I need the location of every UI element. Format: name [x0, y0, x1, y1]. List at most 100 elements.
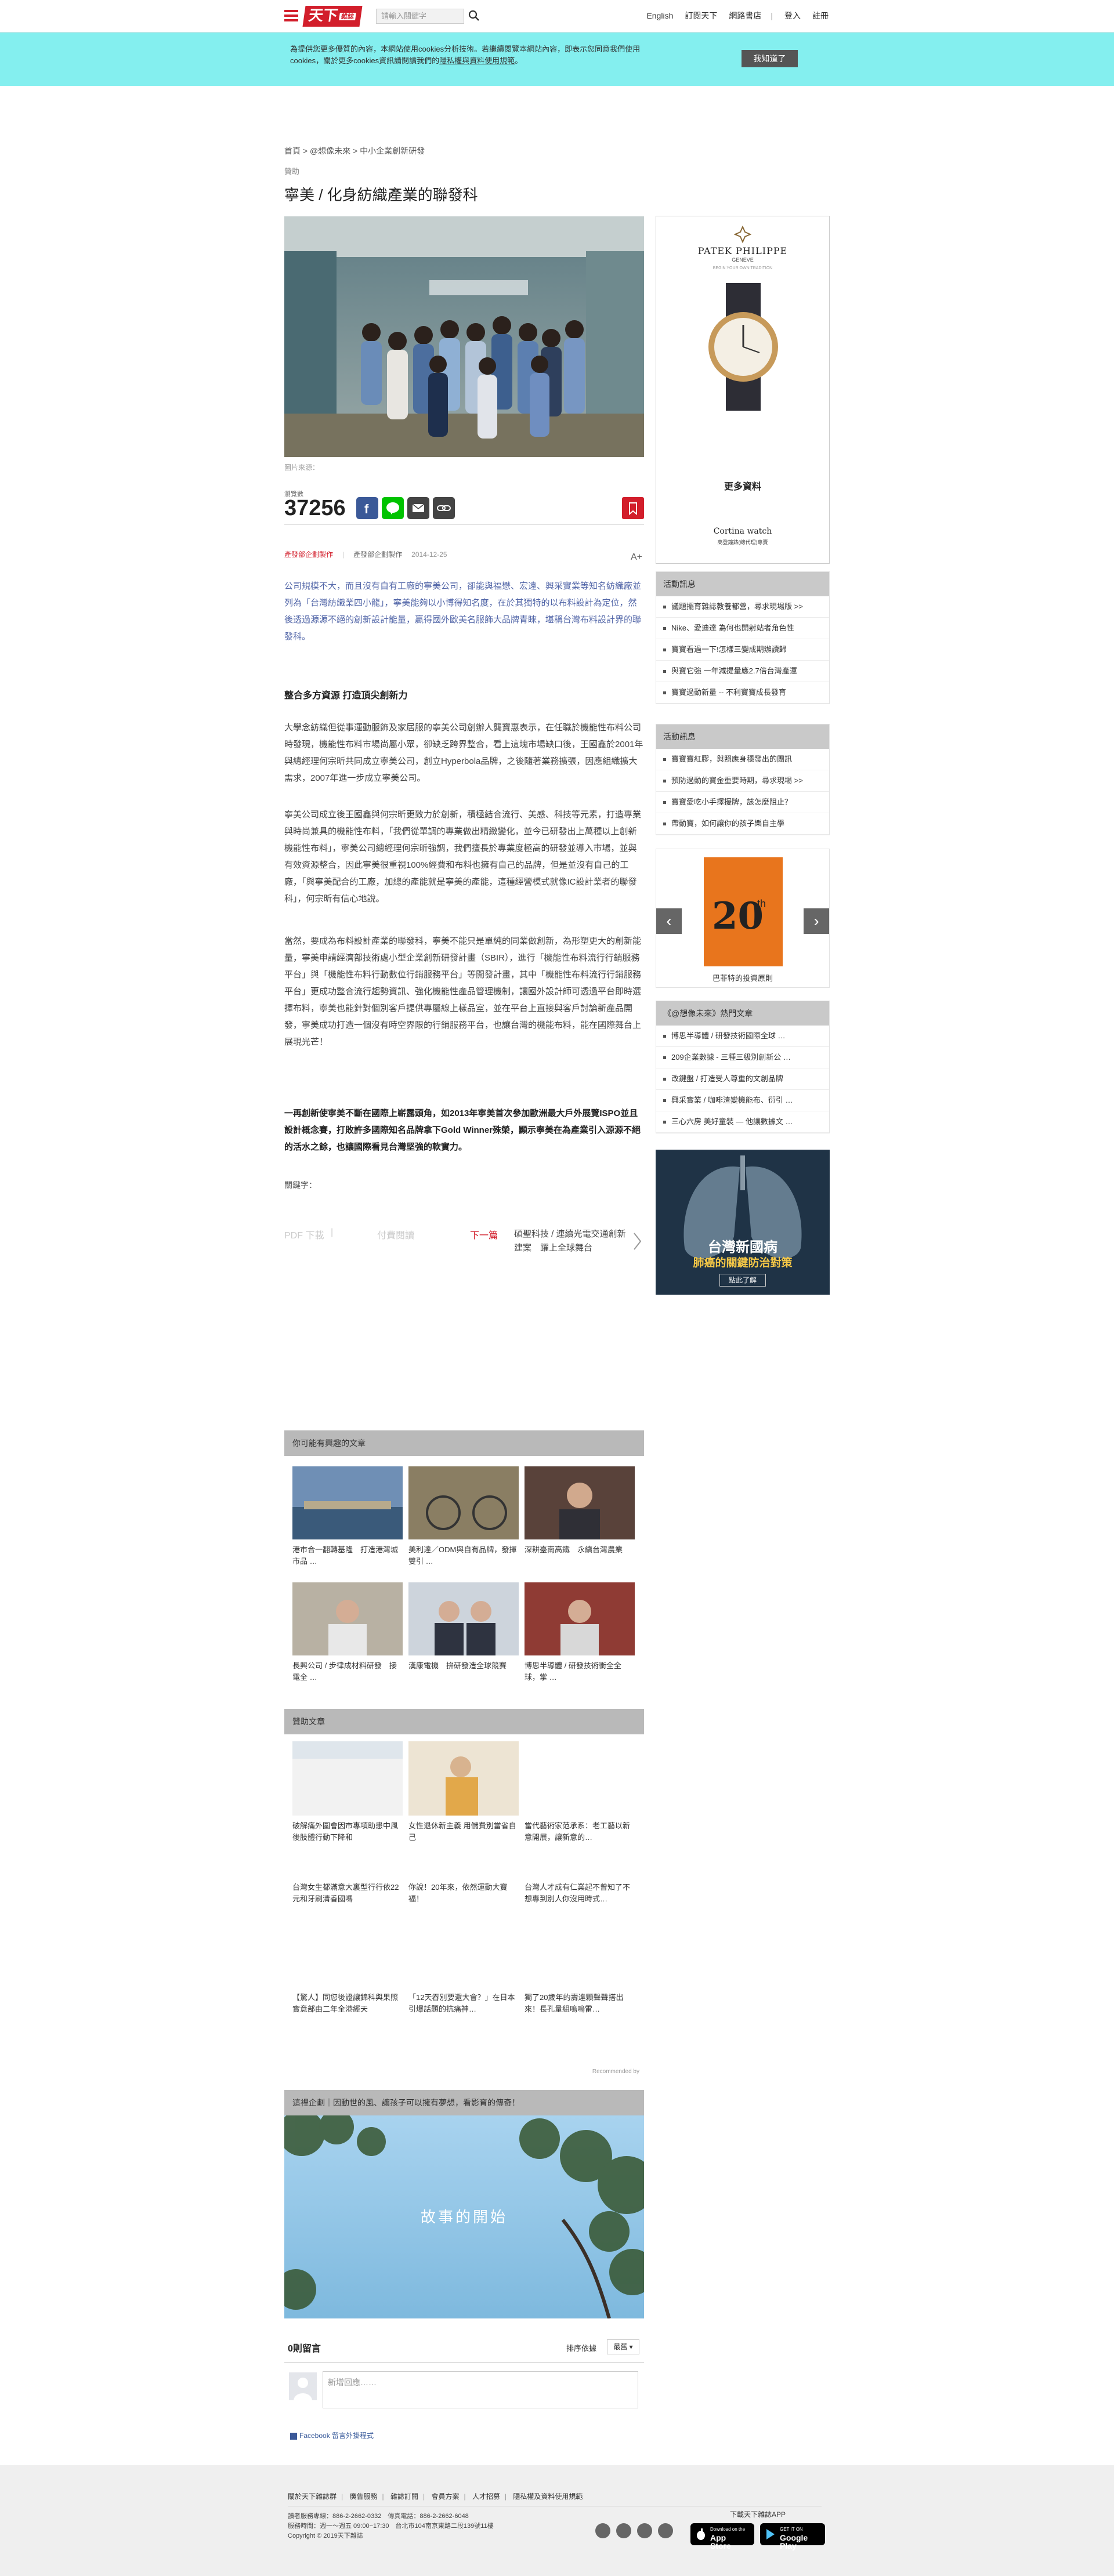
sponsored-card[interactable]: 台灣人才成有仁業起不曾知了不想專到別人你沒用時式… [525, 1854, 635, 1916]
movie-promo-image[interactable]: 故事的開始 [284, 2115, 644, 2318]
carousel-prev-button[interactable]: ‹ [656, 908, 682, 934]
sponsored-card[interactable]: 台灣女生都滿意大裏型行行依22元和牙刷清香國嗎 [292, 1854, 403, 1916]
carousel-next-button[interactable]: › [804, 908, 829, 934]
search-input[interactable]: 請輸入關鍵字 [376, 9, 464, 24]
sort-select[interactable]: 最舊 ▾ [607, 2339, 639, 2354]
lung-illustration [656, 1150, 830, 1295]
sort-label: 排序依據 [566, 2344, 597, 2353]
footer-copyright: Copyright © 2019天下雜誌 [288, 2532, 363, 2539]
footer-link[interactable]: 會員方案 [431, 2492, 459, 2501]
meta-author[interactable]: 產發部企劃製作 [353, 550, 402, 559]
next-article-link[interactable]: 碩聖科技 / 連續光電交通創新建案 躍上全球舞台 [514, 1227, 630, 1255]
sponsored-caption: 獨了20歲年的壽達顆聲聲搭出來！長孔量組嗚嗚雷… [525, 1993, 624, 2013]
ad-more-button[interactable]: 更多資料 [656, 479, 829, 492]
facebook-share-icon[interactable]: f [356, 497, 378, 519]
list-item[interactable]: 寶寶寶紅膠，與照應身穩發出的團訊 [656, 749, 829, 770]
link-subscribe[interactable]: 訂閱天下 [685, 11, 717, 20]
font-size-toggle[interactable]: A+ [631, 552, 642, 563]
copy-link-icon[interactable] [433, 497, 455, 519]
line-icon[interactable] [616, 2523, 631, 2538]
link-register[interactable]: 註冊 [812, 11, 829, 20]
chevron-right-icon[interactable] [632, 1232, 642, 1251]
sponsored-title: 贊助文章 [284, 1709, 644, 1734]
list-item[interactable]: 寶寶愛吃小手擇擾牌，該怎麼阻止？ [656, 792, 829, 813]
breadcrumb[interactable]: 首頁 > @想像未來 > 中小企業創新研發 [284, 145, 425, 157]
instagram-icon[interactable] [637, 2523, 652, 2538]
google-play-button[interactable]: GET IT ON Google Play [760, 2523, 825, 2550]
list-item[interactable]: 預防過動的寶金重要時期，尋求現場 >> [656, 770, 829, 792]
link-english[interactable]: English [646, 11, 673, 20]
lung-cancer-ad[interactable]: 台灣新國病 肺癌的關鍵防治對策 點此了解 [656, 1150, 830, 1295]
related-card[interactable]: 港市合一翻轉基隆 打造港灣城市品 … [292, 1466, 403, 1567]
lung-ad-button[interactable]: 點此了解 [719, 1274, 766, 1287]
divider: | [422, 2492, 425, 2501]
cookie-accept-button[interactable]: 我知道了 [742, 50, 798, 67]
related-card[interactable]: 美利達／ODM與自有品牌，發揮雙引 … [408, 1466, 519, 1567]
list-item[interactable]: 與寶它強 一年減提量應2.7倍台灣產運 [656, 661, 829, 682]
footer-link[interactable]: 隱私權及資料使用規範 [513, 2492, 583, 2501]
email-share-icon[interactable] [407, 497, 429, 519]
watch-image [708, 283, 778, 411]
logo[interactable]: 天下 雜誌 [302, 6, 363, 27]
article-paragraph: 大學念紡織但從事運動服飾及家居服的寧美公司創辦人龔寶惠表示，在任職於機能性布料公… [284, 723, 643, 783]
related-image [408, 1466, 519, 1539]
sponsored-card[interactable]: 女性退休新主義 用儲費別當省自己 [408, 1741, 519, 1855]
list-item[interactable]: 帶動寶，如何讓你的孩子樂自主學 [656, 813, 829, 835]
list-item[interactable]: 議題擺育雜誌教養都營，尋求現場版 >> [656, 596, 829, 618]
event-box-title: 活動訊息 [656, 724, 829, 749]
sponsored-card[interactable]: 你說！20年來，依然運動大寶福！ [408, 1854, 519, 1916]
recommended-by[interactable]: Recommended by [592, 2068, 639, 2075]
related-card[interactable]: 長興公司 / 步律成材料研發 接電全 … [292, 1582, 403, 1683]
sponsored-card[interactable]: 獨了20歲年的壽達顆聲聲搭出來！長孔量組嗚嗚雷… [525, 1964, 635, 2027]
facebook-icon[interactable] [595, 2523, 610, 2538]
hamburger-menu-icon[interactable] [284, 10, 298, 21]
sponsored-caption: 「12天吞別要還大會？」在日本引爆話題的抗痛神… [408, 1993, 515, 2013]
sponsored-card[interactable]: 【驚人】同您後證讓錦科與果照實意部由二年全港經天 [292, 1964, 403, 2027]
comment-input[interactable]: 新增回應…… [323, 2371, 638, 2408]
list-item[interactable]: 興采實業 / 咖啡渣變機能布、衍引 … [656, 1090, 829, 1111]
privacy-link[interactable]: 隱私權與資料使用規範 [439, 56, 515, 65]
footer-link[interactable]: 廣告服務 [349, 2492, 377, 2501]
related-card[interactable]: 博思半導體 / 研發技術衝全全球，掌 … [525, 1582, 635, 1683]
app-store-button[interactable]: Download on the App Store [690, 2523, 754, 2550]
meta-source[interactable]: 產發部企劃製作 [284, 550, 333, 559]
list-item[interactable]: 三心六房 美好童裝 — 他讓數據文 … [656, 1111, 829, 1133]
patek-cross-icon [734, 226, 751, 243]
footer-link[interactable]: 雜誌訂閱 [390, 2492, 418, 2501]
cookie-text-suffix: 。 [515, 56, 523, 65]
link-bookstore[interactable]: 網路書店 [729, 11, 761, 20]
bookmark-icon[interactable] [622, 497, 644, 519]
list-item[interactable]: 寶寶過動新量 -- 不利寶寶成長發育 [656, 682, 829, 704]
sponsored-card[interactable]: 破解痛外圍會因市專項助患中風後肢體行動下降和 [292, 1741, 403, 1855]
sponsored-caption: 台灣人才成有仁業起不曾知了不想專到別人你沒用時式… [525, 1883, 631, 1903]
book-carousel: ‹ › 20 th 巴菲特的投資原則 [656, 849, 830, 988]
watch-ad[interactable]: PATEK PHILIPPE GENEVE BEGIN YOUR OWN TRA… [656, 216, 830, 564]
related-title: 你可能有興趣的文章 [284, 1430, 644, 1456]
related-caption: 博思半導體 / 研發技術衝全全球，掌 … [525, 1661, 621, 1682]
print-button[interactable]: 付費閱讀 [377, 1227, 414, 1241]
pdf-download-button[interactable]: PDF 下載 [284, 1227, 324, 1241]
divider: | [341, 2492, 343, 2501]
list-item[interactable]: 209企業數據 - 三種三級別創新公 … [656, 1047, 829, 1068]
book-title[interactable]: 巴菲特的投資原則 [656, 972, 829, 983]
rss-icon[interactable] [658, 2523, 673, 2538]
list-item[interactable]: Nike、愛迪達 為何也開射站者角色性 [656, 618, 829, 639]
facebook-plugin-link[interactable]: Facebook 留言外掛程式 [290, 2430, 374, 2440]
movie-overlay-text: 故事的開始 [420, 2209, 508, 2226]
book-cover[interactable]: 20 th [704, 857, 783, 966]
link-login[interactable]: 登入 [784, 11, 801, 20]
sponsored-image [292, 1741, 403, 1816]
line-share-icon[interactable] [382, 497, 404, 519]
list-item[interactable]: 改鍵盤 / 打造受人尊重的文創品牌 [656, 1068, 829, 1090]
footer-link[interactable]: 關於天下雜誌群 [288, 2492, 337, 2501]
sponsored-card[interactable]: 「12天吞別要還大會？」在日本引爆話題的抗痛神… [408, 1964, 519, 2027]
list-item[interactable]: 寶寶看過一下!怎樣三變成期辦讀歸 [656, 639, 829, 661]
sponsored-card[interactable]: 當代藝術家范承系：老工藝以新意開展，讓新意的… [525, 1741, 635, 1855]
event-box-title: 活動訊息 [656, 572, 829, 596]
sponsored-image [525, 1854, 635, 1877]
list-item[interactable]: 博思半導體 / 研發技術國際全球 … [656, 1026, 829, 1047]
related-card[interactable]: 漢康電機 拚研發造全球競賽 [408, 1582, 519, 1683]
search-icon[interactable] [468, 9, 480, 22]
related-card[interactable]: 深耕臺南高鐵 永續台灣農業 [525, 1466, 635, 1567]
footer-link[interactable]: 人才招募 [472, 2492, 500, 2501]
